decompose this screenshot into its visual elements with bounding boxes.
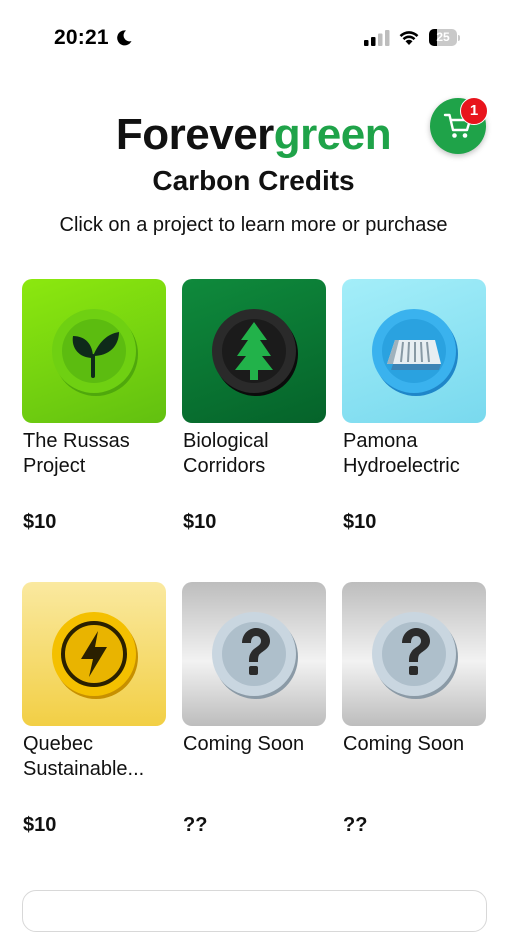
project-title: Quebec Sustainable... (23, 733, 145, 780)
dam-icon (372, 309, 458, 396)
project-image (182, 279, 326, 423)
battery-indicator: 25 (429, 29, 460, 47)
project-image (342, 279, 486, 423)
project-title: Pamona Hydroelectric (343, 430, 460, 477)
cellular-signal-icon (364, 30, 390, 46)
project-title: Coming Soon (183, 733, 305, 755)
project-price: ?? (343, 814, 368, 836)
brand-title-part2: green (273, 110, 392, 159)
project-price: ?? (183, 814, 208, 836)
instructions-text: Click on a project to learn more or purc… (59, 214, 448, 236)
project-price: $10 (183, 511, 217, 533)
status-bar: 20:21 25 (0, 0, 507, 70)
project-title: Coming Soon (343, 733, 465, 755)
brand-title-part1: Forever (115, 110, 274, 159)
project-price: $10 (23, 511, 57, 533)
page-subtitle: Carbon Credits (152, 165, 355, 196)
status-time: 20:21 (54, 26, 109, 49)
moon-icon (117, 30, 132, 46)
question-mark-icon (212, 612, 298, 699)
project-image (22, 582, 166, 726)
project-price: $10 (343, 511, 377, 533)
tree-icon (212, 309, 298, 396)
project-title: The Russas Project (23, 430, 130, 477)
project-image (182, 582, 326, 726)
project-price: $10 (23, 814, 57, 836)
battery-percent: 25 (436, 30, 450, 44)
wifi-icon (399, 31, 419, 45)
project-image (342, 582, 486, 726)
cart-count-badge: 1 (460, 97, 488, 125)
leaf-icon (52, 309, 138, 396)
project-title: Biological Corridors (183, 430, 269, 477)
bottom-sheet[interactable] (22, 890, 487, 932)
question-mark-icon (372, 612, 458, 699)
lightning-icon (52, 612, 138, 699)
project-image (22, 279, 166, 423)
